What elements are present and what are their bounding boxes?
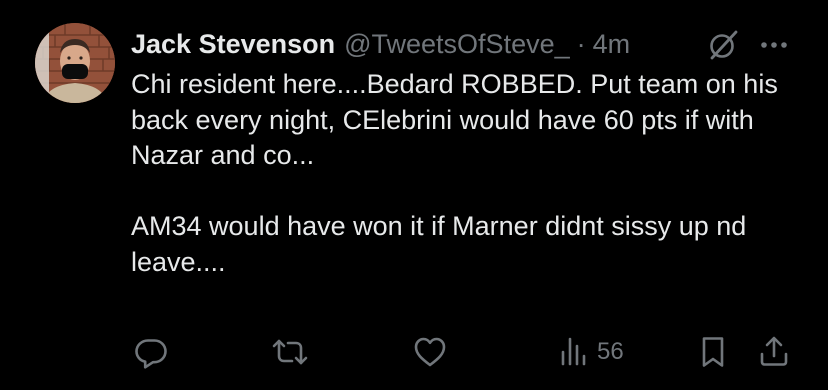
retweet-icon [272,339,308,365]
avatar-photo [35,23,115,103]
tweet-header: Jack Stevenson @TweetsOfSteve_ · 4m [131,26,798,62]
like-button[interactable] [412,334,448,370]
tweet-text: Chi resident here....Bedard ROBBED. Put … [131,67,801,280]
separator-dot: · [576,29,586,59]
bookmark-button[interactable] [698,334,728,370]
tweet[interactable]: Jack Stevenson @TweetsOfSteve_ · 4m Chi … [0,0,828,390]
like-icon [414,337,446,367]
tweet-paragraph: Chi resident here....Bedard ROBBED. Put … [131,69,778,170]
views-button[interactable]: 56 [557,334,624,370]
author-name[interactable]: Jack Stevenson [131,26,335,62]
views-count: 56 [597,338,624,365]
share-button[interactable] [757,334,791,370]
share-icon [760,336,788,366]
timestamp[interactable]: 4m [593,26,631,62]
avatar[interactable] [35,23,115,103]
action-bar: 56 [0,330,828,374]
more-icon[interactable] [758,31,790,59]
author-handle[interactable]: @TweetsOfSteve_ [344,26,570,62]
grok-icon[interactable] [706,28,740,62]
bookmark-icon [702,337,724,367]
retweet-button[interactable] [270,334,310,370]
reply-button[interactable] [133,334,169,370]
views-icon [561,337,586,366]
reply-icon [135,339,167,369]
tweet-paragraph: AM34 would have won it if Marner didnt s… [131,211,747,277]
